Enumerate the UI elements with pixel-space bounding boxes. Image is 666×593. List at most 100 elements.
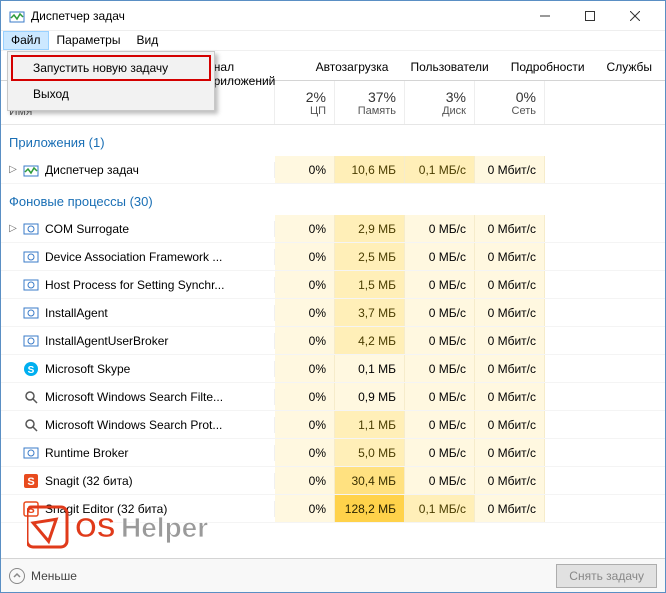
disk-cell: 0,1 МБ/с bbox=[405, 156, 475, 183]
process-row[interactable]: InstallAgent0%3,7 МБ0 МБ/с0 Мбит/с bbox=[1, 299, 665, 327]
process-name: Runtime Broker bbox=[45, 446, 128, 460]
disk-pct: 3% bbox=[446, 89, 466, 105]
memory-cell: 4,2 МБ bbox=[335, 327, 405, 354]
maximize-button[interactable] bbox=[567, 2, 612, 30]
disk-cell: 0 МБ/с bbox=[405, 355, 475, 382]
disk-cell: 0 МБ/с bbox=[405, 467, 475, 494]
col-disk[interactable]: 3% Диск bbox=[405, 81, 475, 124]
menu-exit[interactable]: Выход bbox=[11, 81, 211, 107]
disk-cell: 0 МБ/с bbox=[405, 271, 475, 298]
process-name-cell: InstallAgent bbox=[1, 305, 275, 321]
process-list[interactable]: Приложения (1)▷Диспетчер задач0%10,6 МБ0… bbox=[1, 125, 665, 577]
process-row[interactable]: InstallAgentUserBroker0%4,2 МБ0 МБ/с0 Мб… bbox=[1, 327, 665, 355]
network-cell: 0 Мбит/с bbox=[475, 495, 545, 522]
mem-pct: 37% bbox=[368, 89, 396, 105]
disk-lbl: Диск bbox=[442, 105, 466, 117]
process-name-cell: Runtime Broker bbox=[1, 445, 275, 461]
svg-text:S: S bbox=[28, 365, 35, 376]
tab-services[interactable]: Службы bbox=[596, 54, 663, 81]
network-cell: 0 Мбит/с bbox=[475, 299, 545, 326]
fewer-details-button[interactable]: Меньше bbox=[9, 568, 77, 584]
process-row[interactable]: ▷Диспетчер задач0%10,6 МБ0,1 МБ/с0 Мбит/… bbox=[1, 156, 665, 184]
tab-details[interactable]: Подробности bbox=[500, 54, 596, 81]
disk-cell: 0 МБ/с bbox=[405, 299, 475, 326]
process-name: Snagit (32 бита) bbox=[45, 474, 133, 488]
gear-icon bbox=[23, 249, 39, 265]
process-name: COM Surrogate bbox=[45, 222, 129, 236]
expand-chevron-icon[interactable]: ▷ bbox=[7, 223, 19, 234]
process-name: Device Association Framework ... bbox=[45, 250, 222, 264]
process-row[interactable]: Runtime Broker0%5,0 МБ0 МБ/с0 Мбит/с bbox=[1, 439, 665, 467]
process-name-cell: ▷ COM Surrogate bbox=[1, 221, 275, 237]
snagit-icon: S bbox=[23, 473, 39, 489]
process-name-cell: Host Process for Setting Synchr... bbox=[1, 277, 275, 293]
process-row[interactable]: Host Process for Setting Synchr...0%1,5 … bbox=[1, 271, 665, 299]
disk-cell: 0 МБ/с bbox=[405, 327, 475, 354]
disk-cell: 0 МБ/с bbox=[405, 439, 475, 466]
network-cell: 0 Мбит/с bbox=[475, 215, 545, 242]
memory-cell: 2,5 МБ bbox=[335, 243, 405, 270]
process-name: Host Process for Setting Synchr... bbox=[45, 278, 224, 292]
menu-view[interactable]: Вид bbox=[128, 31, 166, 50]
col-memory[interactable]: 37% Память bbox=[335, 81, 405, 124]
network-cell: 0 Мбит/с bbox=[475, 355, 545, 382]
group-background: Фоновые процессы (30) bbox=[1, 184, 665, 215]
cpu-cell: 0% bbox=[275, 156, 335, 183]
net-lbl: Сеть bbox=[512, 105, 536, 117]
memory-cell: 128,2 МБ bbox=[335, 495, 405, 522]
process-row[interactable]: ▷COM Surrogate0%2,9 МБ0 МБ/с0 Мбит/с bbox=[1, 215, 665, 243]
gear-icon bbox=[23, 277, 39, 293]
cpu-cell: 0% bbox=[275, 327, 335, 354]
network-cell: 0 Мбит/с bbox=[475, 439, 545, 466]
tab-startup[interactable]: Автозагрузка bbox=[305, 54, 400, 81]
tab-users[interactable]: Пользователи bbox=[399, 54, 499, 81]
gear-icon bbox=[23, 445, 39, 461]
process-row[interactable]: Microsoft Windows Search Filte...0%0,9 М… bbox=[1, 383, 665, 411]
net-pct: 0% bbox=[516, 89, 536, 105]
taskmgr-icon bbox=[9, 8, 25, 24]
network-cell: 0 Мбит/с bbox=[475, 271, 545, 298]
disk-cell: 0 МБ/с bbox=[405, 243, 475, 270]
process-name: InstallAgent bbox=[45, 306, 108, 320]
process-row[interactable]: SSnagit Editor (32 бита)0%128,2 МБ0,1 МБ… bbox=[1, 495, 665, 523]
col-cpu[interactable]: 2% ЦП bbox=[275, 81, 335, 124]
process-name: Microsoft Windows Search Filte... bbox=[45, 390, 223, 404]
process-name-cell: SSnagit Editor (32 бита) bbox=[1, 501, 275, 517]
col-network[interactable]: 0% Сеть bbox=[475, 81, 545, 124]
cpu-cell: 0% bbox=[275, 411, 335, 438]
search-icon bbox=[23, 417, 39, 433]
svg-text:S: S bbox=[27, 476, 34, 488]
process-row[interactable]: Microsoft Windows Search Prot...0%1,1 МБ… bbox=[1, 411, 665, 439]
menu-file[interactable]: Файл bbox=[3, 31, 49, 50]
network-cell: 0 Мбит/с bbox=[475, 411, 545, 438]
snagite-icon: S bbox=[23, 501, 39, 517]
skype-icon: S bbox=[23, 361, 39, 377]
expand-chevron-icon[interactable]: ▷ bbox=[7, 164, 19, 175]
cpu-cell: 0% bbox=[275, 215, 335, 242]
cpu-cell: 0% bbox=[275, 355, 335, 382]
search-icon bbox=[23, 389, 39, 405]
fewer-label: Меньше bbox=[31, 569, 77, 583]
process-name: Microsoft Skype bbox=[45, 362, 130, 376]
memory-cell: 0,9 МБ bbox=[335, 383, 405, 410]
disk-cell: 0 МБ/с bbox=[405, 383, 475, 410]
process-name: InstallAgentUserBroker bbox=[45, 334, 168, 348]
memory-cell: 0,1 МБ bbox=[335, 355, 405, 382]
cpu-cell: 0% bbox=[275, 271, 335, 298]
menu-run-new-task[interactable]: Запустить новую задачу bbox=[11, 55, 211, 81]
end-task-button[interactable]: Снять задачу bbox=[556, 564, 657, 588]
process-row[interactable]: Device Association Framework ...0%2,5 МБ… bbox=[1, 243, 665, 271]
process-name-cell: S Snagit (32 бита) bbox=[1, 473, 275, 489]
cpu-pct: 2% bbox=[306, 89, 326, 105]
menu-options[interactable]: Параметры bbox=[49, 31, 129, 50]
memory-cell: 1,1 МБ bbox=[335, 411, 405, 438]
process-row[interactable]: SSnagit (32 бита)0%30,4 МБ0 МБ/с0 Мбит/с bbox=[1, 467, 665, 495]
cpu-cell: 0% bbox=[275, 299, 335, 326]
minimize-button[interactable] bbox=[522, 2, 567, 30]
gear-icon bbox=[23, 333, 39, 349]
process-row[interactable]: S Microsoft Skype 0%0,1 МБ0 МБ/с0 Мбит/с bbox=[1, 355, 665, 383]
memory-cell: 5,0 МБ bbox=[335, 439, 405, 466]
window-title: Диспетчер задач bbox=[31, 9, 522, 23]
close-button[interactable] bbox=[612, 2, 657, 30]
svg-text:S: S bbox=[27, 504, 34, 516]
